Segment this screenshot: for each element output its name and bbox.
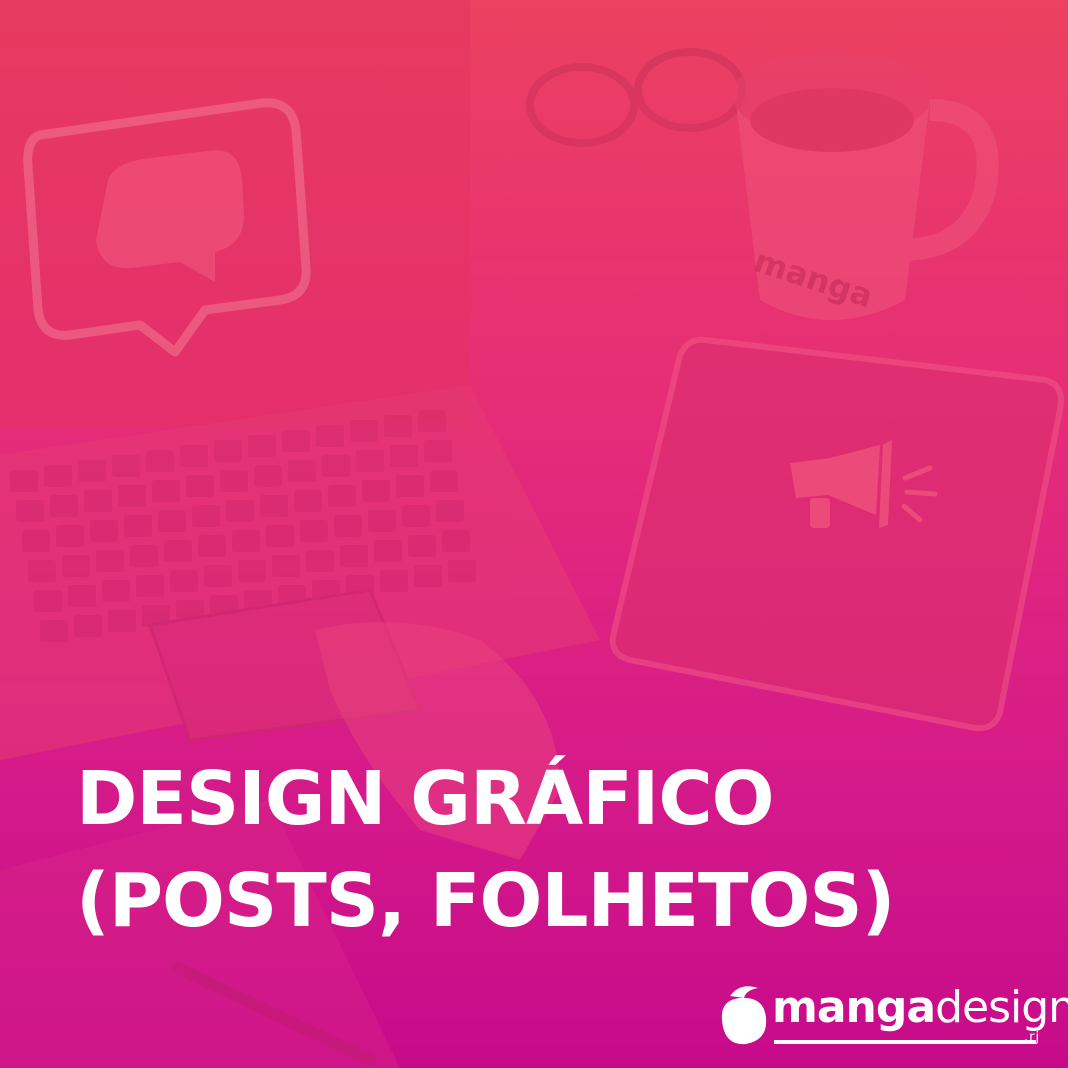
keyboard-key — [408, 535, 436, 557]
keyboard-key — [10, 470, 38, 492]
keyboard-key — [90, 520, 118, 542]
keyboard-key — [300, 520, 328, 542]
keyboard-key — [16, 500, 44, 522]
keyboard-key — [22, 530, 50, 552]
keyboard-key — [40, 620, 68, 642]
tablet — [609, 336, 1064, 732]
keyboard-key — [74, 615, 102, 637]
keyboard-key — [56, 525, 84, 547]
keyboard-key — [414, 565, 442, 587]
keyboard-key — [152, 480, 180, 502]
keyboard-key — [396, 475, 424, 497]
keyboard-key — [384, 415, 412, 437]
keyboard-key — [78, 460, 106, 482]
logo-word-manga: manga — [772, 982, 936, 1033]
keyboard-key — [436, 500, 464, 522]
keyboard-key — [442, 530, 470, 552]
keyboard-key — [380, 570, 408, 592]
keyboard-key — [180, 445, 208, 467]
headline: DESIGN GRÁFICO (POSTS, FOLHETOS) — [76, 748, 895, 952]
headline-line-1: DESIGN GRÁFICO — [76, 756, 775, 842]
keyboard-key — [220, 470, 248, 492]
keyboard-key — [402, 505, 430, 527]
keyboard-key — [146, 450, 174, 472]
logo-underline — [774, 1040, 1036, 1044]
headline-line-2: (POSTS, FOLHETOS) — [76, 858, 895, 944]
keyboard-key — [362, 480, 390, 502]
keyboard-key — [118, 485, 146, 507]
keyboard-key — [68, 585, 96, 607]
keyboard-key — [288, 460, 316, 482]
keyboard-key — [34, 590, 62, 612]
keyboard-key — [374, 540, 402, 562]
mango-logo-icon — [721, 986, 767, 1045]
keyboard-key — [356, 450, 384, 472]
keyboard-key — [294, 490, 322, 512]
keyboard-key — [108, 610, 136, 632]
keyboard-key — [322, 455, 350, 477]
keyboard-key — [96, 550, 124, 572]
keyboard-key — [28, 560, 56, 582]
keyboard-key — [102, 580, 130, 602]
keyboard-key — [334, 515, 362, 537]
keyboard-key — [62, 555, 90, 577]
keyboard-key — [238, 560, 266, 582]
keyboard-key — [272, 555, 300, 577]
keyboard-key — [430, 470, 458, 492]
glasses — [526, 48, 746, 147]
keyboard-key — [84, 490, 112, 512]
keyboard-key — [390, 445, 418, 467]
post-canvas: manga DESIGN GRÁFICO (POSTS, FOLHETOS) m… — [0, 0, 1068, 1068]
logo-suffix: .rj — [1024, 1030, 1041, 1045]
keyboard-key — [204, 565, 232, 587]
keyboard-key — [170, 570, 198, 592]
keyboard-key — [254, 465, 282, 487]
keyboard-key — [214, 440, 242, 462]
keyboard-key — [44, 465, 72, 487]
keyboard-key — [448, 560, 476, 582]
keyboard-key — [198, 535, 226, 557]
keyboard-key — [164, 540, 192, 562]
keyboard-key — [136, 575, 164, 597]
keyboard-key — [350, 420, 378, 442]
keyboard-key — [186, 475, 214, 497]
logo-wordmark: mangadesign — [772, 984, 1068, 1032]
keyboard-key — [192, 505, 220, 527]
keyboard-key — [112, 455, 140, 477]
keyboard-key — [340, 545, 368, 567]
keyboard-key — [248, 435, 276, 457]
keyboard-key — [328, 485, 356, 507]
brand-logo: mangadesign .rj — [716, 976, 1068, 1048]
keyboard-key — [282, 430, 310, 452]
keyboard-key — [424, 440, 452, 462]
keyboard-key — [368, 510, 396, 532]
keyboard-key — [130, 545, 158, 567]
keyboard-key — [232, 530, 260, 552]
logo-word-design: design — [935, 982, 1068, 1033]
keyboard-key — [418, 410, 446, 432]
keyboard-key — [260, 495, 288, 517]
keyboard-key — [50, 495, 78, 517]
keyboard-key — [266, 525, 294, 547]
keyboard-key — [158, 510, 186, 532]
keyboard-key — [226, 500, 254, 522]
keyboard-key — [316, 425, 344, 447]
keyboard-key — [124, 515, 152, 537]
keyboard-key — [306, 550, 334, 572]
